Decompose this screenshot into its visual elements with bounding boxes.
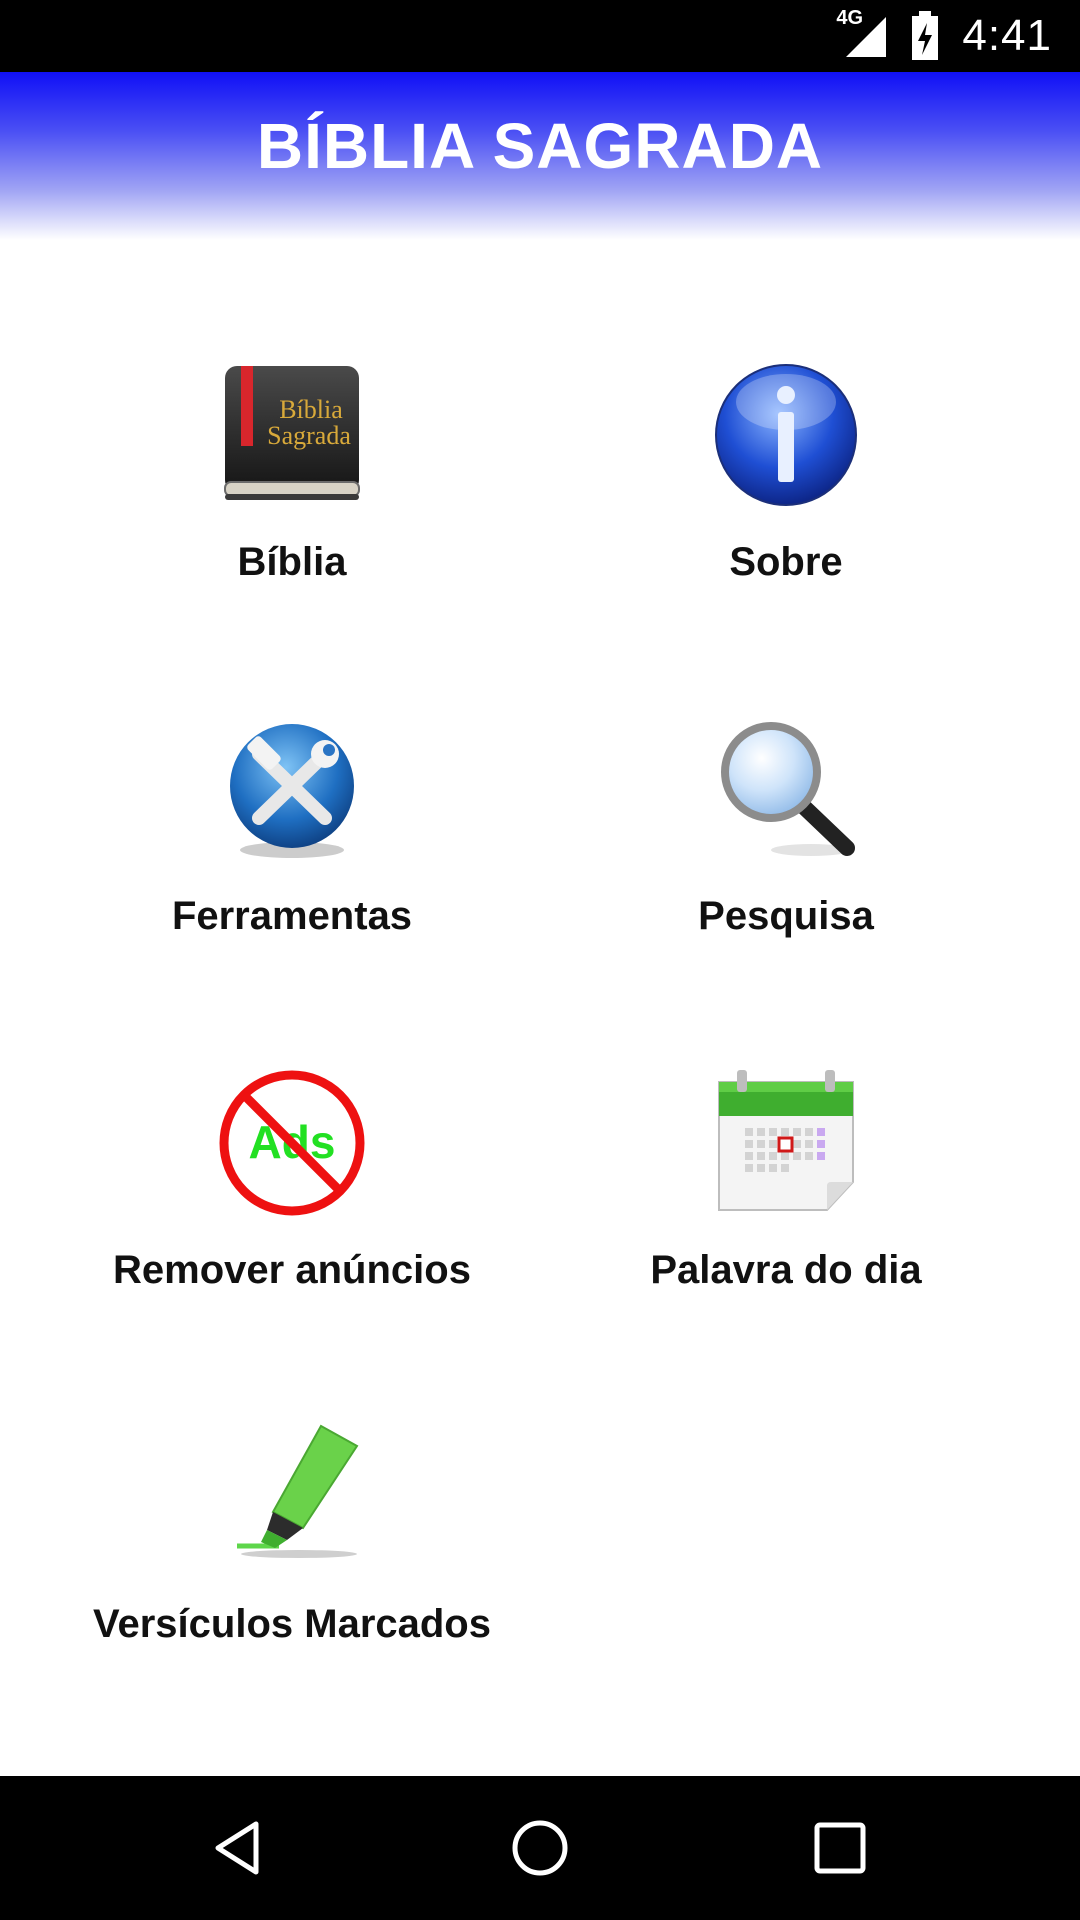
svg-text:Bíblia: Bíblia bbox=[279, 395, 343, 424]
info-icon bbox=[715, 364, 857, 506]
menu-label: Palavra do dia bbox=[650, 1248, 922, 1292]
status-icons: 4G 4:41 bbox=[836, 0, 1052, 72]
menu-item-palavra-do-dia[interactable]: Palavra do dia bbox=[516, 1068, 1056, 1293]
menu-item-pesquisa[interactable]: Pesquisa bbox=[516, 714, 1056, 939]
menu-label: Sobre bbox=[729, 540, 843, 584]
menu-label: Bíblia bbox=[237, 540, 347, 584]
highlighter-icon bbox=[237, 1424, 359, 1558]
status-bar: 4G 4:41 bbox=[0, 0, 1080, 72]
menu-label: Pesquisa bbox=[698, 894, 874, 938]
status-clock: 4:41 bbox=[962, 11, 1052, 60]
home-icon[interactable] bbox=[510, 1818, 570, 1878]
menu-item-biblia[interactable]: Bíblia Sagrada Bíblia bbox=[22, 360, 562, 585]
calendar-icon bbox=[718, 1070, 854, 1211]
magnifier-icon bbox=[721, 722, 855, 856]
bible-book-icon: Bíblia Sagrada bbox=[224, 366, 360, 500]
menu-label: Versículos Marcados bbox=[93, 1602, 491, 1646]
menu-item-versiculos-marcados[interactable]: Versículos Marcados bbox=[22, 1422, 562, 1647]
menu-item-ferramentas[interactable]: Ferramentas bbox=[22, 714, 562, 939]
menu-item-sobre[interactable]: Sobre bbox=[516, 360, 1056, 585]
back-icon[interactable] bbox=[210, 1818, 270, 1878]
navigation-bar bbox=[0, 1776, 1080, 1920]
app-header: BÍBLIA SAGRADA bbox=[0, 72, 1080, 240]
menu-label: Ferramentas bbox=[171, 894, 413, 938]
menu-item-remover-anuncios[interactable]: Ads Remover anúncios bbox=[22, 1068, 562, 1293]
menu-label: Remover anúncios bbox=[113, 1248, 471, 1292]
app-title: BÍBLIA SAGRADA bbox=[256, 110, 824, 182]
tools-icon bbox=[230, 724, 354, 858]
signal-icon: 4G bbox=[836, 7, 888, 59]
no-ads-icon: Ads bbox=[219, 1070, 365, 1216]
battery-charging-icon bbox=[912, 11, 939, 60]
recents-icon[interactable] bbox=[810, 1818, 870, 1878]
svg-text:Sagrada: Sagrada bbox=[267, 421, 351, 450]
